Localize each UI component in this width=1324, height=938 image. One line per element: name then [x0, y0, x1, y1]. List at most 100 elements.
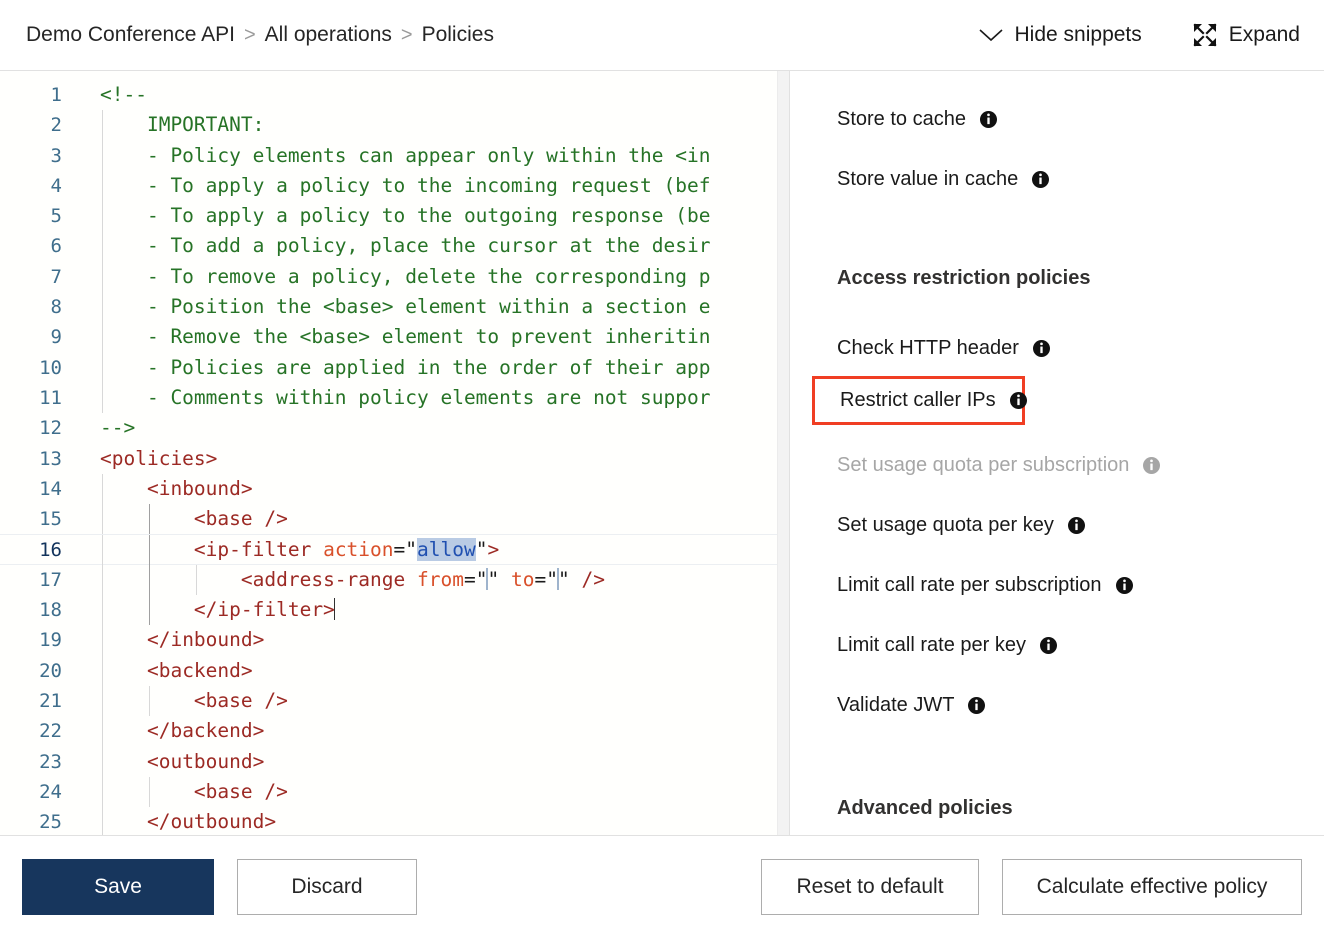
indent-guide	[102, 807, 103, 835]
snippet-item-restrict-caller-ips[interactable]: Restrict caller IPs	[812, 376, 1025, 425]
line-number: 15	[0, 504, 62, 534]
breadcrumb-item-policies[interactable]: Policies	[422, 23, 494, 47]
info-icon[interactable]	[1032, 171, 1049, 188]
code-line[interactable]: 13<policies>	[0, 444, 789, 474]
indent-guide	[149, 777, 150, 807]
line-content: - To apply a policy to the outgoing resp…	[62, 201, 710, 231]
line-number: 24	[0, 777, 62, 807]
indent-guide	[102, 535, 103, 565]
indent-guide	[102, 110, 103, 140]
code-line[interactable]: 4 - To apply a policy to the incoming re…	[0, 171, 789, 201]
code-line[interactable]: 10 - Policies are applied in the order o…	[0, 353, 789, 383]
line-content: <policies>	[62, 444, 217, 474]
code-line[interactable]: 18 </ip-filter>	[0, 595, 789, 625]
line-number: 11	[0, 383, 62, 413]
info-icon[interactable]	[1040, 637, 1057, 654]
snippet-item-label: Validate JWT	[837, 694, 954, 717]
line-number: 3	[0, 141, 62, 171]
indent-guide	[102, 474, 103, 504]
code-line[interactable]: 23 <outbound>	[0, 747, 789, 777]
line-number: 17	[0, 565, 62, 595]
line-number: 23	[0, 747, 62, 777]
snippet-item-limit-call-rate-per-key[interactable]: Limit call rate per key	[790, 615, 1324, 675]
discard-button[interactable]: Discard	[237, 859, 417, 915]
snippet-item-set-usage-quota-per-subscription: Set usage quota per subscription	[790, 435, 1324, 495]
code-line[interactable]: 16 <ip-filter action="allow">	[0, 534, 789, 564]
snippet-item-limit-call-rate-per-subscription[interactable]: Limit call rate per subscription	[790, 555, 1324, 615]
code-line[interactable]: 19 </inbound>	[0, 625, 789, 655]
snippet-item-label: Store to cache	[837, 108, 966, 131]
code-line[interactable]: 11 - Comments within policy elements are…	[0, 383, 789, 413]
line-number: 10	[0, 353, 62, 383]
action-bar-right: Reset to default Calculate effective pol…	[761, 859, 1302, 915]
code-line[interactable]: 9 - Remove the <base> element to prevent…	[0, 322, 789, 352]
save-button[interactable]: Save	[22, 859, 214, 915]
line-content: - Position the <base> element within a s…	[62, 292, 710, 322]
hide-snippets-button[interactable]: Hide snippets	[976, 19, 1144, 51]
info-icon[interactable]	[1010, 392, 1027, 409]
line-number: 16	[0, 535, 62, 563]
indent-guide	[196, 565, 197, 595]
line-content: </ip-filter>	[62, 595, 334, 625]
code-line[interactable]: 3 - Policy elements can appear only with…	[0, 141, 789, 171]
indent-guide	[102, 231, 103, 261]
line-content: - Comments within policy elements are no…	[62, 383, 710, 413]
line-content: <base />	[62, 686, 288, 716]
info-icon[interactable]	[1116, 577, 1133, 594]
indent-guide	[102, 322, 103, 352]
editor-vertical-scrollbar[interactable]	[777, 71, 789, 835]
indent-guide	[149, 565, 150, 595]
code-line[interactable]: 21 <base />	[0, 686, 789, 716]
expand-button[interactable]: Expand	[1190, 18, 1302, 52]
breadcrumb-separator: >	[244, 24, 256, 47]
code-line[interactable]: 17 <address-range from="" to="" />	[0, 565, 789, 595]
line-content: <ip-filter action="allow">	[62, 535, 499, 563]
line-number: 4	[0, 171, 62, 201]
snippet-group-title-access-restriction-policies: Access restriction policies	[790, 267, 1324, 290]
code-line[interactable]: 1<!--	[0, 80, 789, 110]
breadcrumb-item-api[interactable]: Demo Conference API	[26, 23, 235, 47]
code-line[interactable]: 22 </backend>	[0, 716, 789, 746]
info-icon[interactable]	[1068, 517, 1085, 534]
info-icon[interactable]	[1033, 340, 1050, 357]
line-number: 18	[0, 595, 62, 625]
line-content: <backend>	[62, 656, 253, 686]
expand-icon	[1192, 22, 1218, 48]
reset-to-default-button[interactable]: Reset to default	[761, 859, 979, 915]
info-icon[interactable]	[1143, 457, 1160, 474]
line-content: - Policies are applied in the order of t…	[62, 353, 710, 383]
info-icon[interactable]	[980, 111, 997, 128]
snippet-item-store-value-in-cache[interactable]: Store value in cache	[790, 149, 1324, 209]
code-line[interactable]: 24 <base />	[0, 777, 789, 807]
policy-code-editor[interactable]: 1<!--2 IMPORTANT:3 - Policy elements can…	[0, 71, 790, 835]
code-line[interactable]: 2 IMPORTANT:	[0, 110, 789, 140]
calculate-effective-policy-button[interactable]: Calculate effective policy	[1002, 859, 1302, 915]
snippet-item-set-usage-quota-per-key[interactable]: Set usage quota per key	[790, 495, 1324, 555]
code-line[interactable]: 5 - To apply a policy to the outgoing re…	[0, 201, 789, 231]
code-line[interactable]: 14 <inbound>	[0, 474, 789, 504]
code-line[interactable]: 25 </outbound>	[0, 807, 789, 835]
indent-guide	[102, 171, 103, 201]
indent-guide	[149, 686, 150, 716]
indent-guide	[149, 504, 150, 534]
code-line[interactable]: 12-->	[0, 413, 789, 443]
code-line[interactable]: 6 - To add a policy, place the cursor at…	[0, 231, 789, 261]
code-line[interactable]: 15 <base />	[0, 504, 789, 534]
snippet-item-store-to-cache[interactable]: Store to cache	[790, 89, 1324, 149]
breadcrumb-item-all-operations[interactable]: All operations	[265, 23, 392, 47]
line-content: </inbound>	[62, 625, 264, 655]
line-number: 8	[0, 292, 62, 322]
line-content: IMPORTANT:	[62, 110, 264, 140]
line-content: - Remove the <base> element to prevent i…	[62, 322, 710, 352]
snippet-item-label: Limit call rate per subscription	[837, 574, 1102, 597]
snippet-item-validate-jwt[interactable]: Validate JWT	[790, 675, 1324, 735]
info-icon[interactable]	[968, 697, 985, 714]
indent-guide	[149, 595, 150, 625]
code-line[interactable]: 8 - Position the <base> element within a…	[0, 292, 789, 322]
code-line[interactable]: 7 - To remove a policy, delete the corre…	[0, 262, 789, 292]
snippet-item-check-http-header[interactable]: Check HTTP header	[790, 318, 1324, 378]
line-number: 9	[0, 322, 62, 352]
code-line[interactable]: 20 <backend>	[0, 656, 789, 686]
line-content: -->	[62, 413, 135, 443]
indent-guide	[102, 353, 103, 383]
